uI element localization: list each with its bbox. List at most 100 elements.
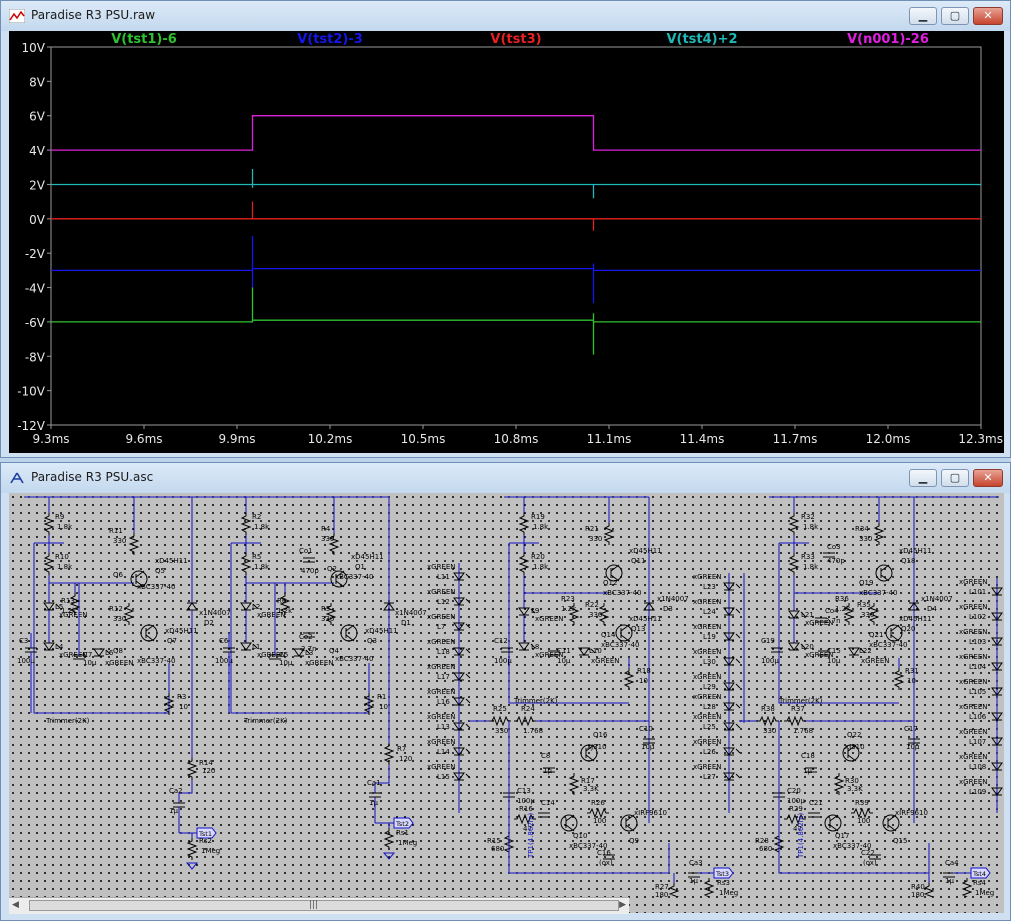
waveform-chart[interactable]: 10V 8V 6V 4V 2V 0V -2V -4V -6V -8V -10V -12V9.3ms 9.… [9, 31, 1004, 453]
resistor-symbol[interactable] [514, 715, 536, 727]
resistor-symbol[interactable] [383, 743, 395, 765]
legend-entry[interactable]: V(tst3) [490, 32, 541, 47]
resistor-symbol[interactable] [623, 668, 635, 690]
legend-entry[interactable]: V(n001)-26 [847, 32, 929, 47]
maximize-button[interactable]: ▢ [941, 7, 969, 25]
transistor-lead [565, 814, 575, 822]
resistor-symbol[interactable] [518, 553, 530, 575]
waveform-plot[interactable]: 10V 8V 6V 4V 2V 0V -2V -4V -6V -8V -10V -12V 9.3ms 9.… [9, 31, 1004, 453]
resistor-symbol[interactable] [518, 513, 530, 535]
resistor-symbol[interactable] [833, 773, 845, 795]
scroll-right-icon[interactable]: ▶ [619, 900, 626, 910]
transistor-symbol[interactable] [615, 624, 633, 642]
led-symbol[interactable] [240, 642, 252, 651]
minimize-button[interactable]: ▁ [909, 7, 937, 25]
series-line[interactable] [51, 287, 981, 355]
led-arrow [735, 658, 741, 664]
component-label: L15 [437, 773, 450, 781]
resistor-symbol[interactable] [788, 513, 800, 535]
close-button[interactable]: ✕ [973, 7, 1003, 25]
series-line[interactable] [51, 236, 981, 303]
resistor-symbol[interactable] [240, 553, 252, 575]
transistor-lead [335, 580, 345, 588]
component-label: Co4 [825, 607, 839, 615]
waveform-titlebar[interactable]: Paradise R3 PSU.raw ▁ ▢ ✕ [1, 1, 1010, 31]
resistor-symbol[interactable] [128, 533, 140, 555]
resistor-symbol[interactable] [893, 668, 905, 690]
component-label: L24 [703, 608, 716, 616]
resistor-symbol[interactable] [489, 715, 511, 727]
resistor-symbol[interactable] [587, 807, 609, 819]
series-line[interactable] [51, 169, 981, 199]
led-symbol[interactable] [43, 642, 55, 651]
resistor-symbol[interactable] [923, 883, 935, 905]
waveform-window: Paradise R3 PSU.raw ▁ ▢ ✕ 10V 8V 6V 4V 2V 0V -… [0, 0, 1011, 458]
resistor-symbol[interactable] [240, 513, 252, 535]
resistor-symbol[interactable] [383, 828, 395, 850]
legend-entry[interactable]: V(tst4)+2 [666, 32, 737, 47]
transistor-symbol[interactable] [140, 624, 158, 642]
component-label: 1.8k [803, 523, 819, 531]
led-symbol[interactable] [788, 610, 800, 619]
transistor-symbol[interactable] [340, 624, 358, 642]
schematic-titlebar[interactable]: Paradise R3 PSU.asc ▁ ▢ ✕ [1, 463, 1010, 493]
schematic-drawing[interactable]: R91.8kR101.8kL5xGREENL4xGREENC3100µC710µ… [9, 493, 1004, 905]
led-arrow [735, 703, 741, 709]
schematic-canvas[interactable]: R9 1.8k R10 1.8k L5 xGREEN L4 xGREEN C3 100µ C7 10µ… [9, 493, 1004, 913]
component-label: xGREEN [693, 648, 722, 656]
led-symbol[interactable] [240, 602, 252, 611]
resistor-symbol[interactable] [703, 878, 715, 900]
component-label: R25 [493, 705, 507, 713]
resistor-symbol[interactable] [961, 878, 973, 900]
transistor-symbol[interactable] [875, 564, 893, 582]
transistor-symbol[interactable] [824, 814, 842, 832]
led-arrow [735, 608, 741, 614]
led-arrow [465, 748, 471, 754]
resistor-symbol[interactable] [43, 513, 55, 535]
led-symbol[interactable] [518, 642, 530, 651]
led-symbol[interactable] [518, 607, 530, 616]
led-symbol[interactable] [43, 602, 55, 611]
transistor-lead [620, 624, 630, 632]
component-label: C22 [861, 849, 875, 857]
component-label: 1Meg [975, 889, 994, 897]
resistor-symbol[interactable] [603, 523, 615, 545]
scrollbar-thumb[interactable] [29, 900, 619, 911]
series-line[interactable] [51, 201, 981, 231]
component-label: xGREEN [693, 598, 722, 606]
wire [230, 543, 370, 714]
schematic-close-button[interactable]: ✕ [973, 469, 1003, 487]
resistor-symbol[interactable] [568, 773, 580, 795]
component-label: L108 [969, 763, 986, 771]
resistor-symbol[interactable] [186, 758, 198, 780]
legend-entry[interactable]: V(tst1)-6 [111, 32, 177, 47]
component-label: R7 [397, 745, 406, 753]
scrollbar-grip-icon: ||| [309, 900, 319, 910]
resistor-symbol[interactable] [757, 715, 779, 727]
horizontal-scrollbar[interactable]: ◀ ||| ▶ [9, 897, 629, 914]
transistor-lead [829, 824, 839, 832]
transistor-symbol[interactable] [620, 814, 638, 832]
resistor-symbol[interactable] [668, 883, 680, 905]
resistor-symbol[interactable] [851, 807, 873, 819]
legend-entry[interactable]: V(tst2)-3 [297, 32, 363, 47]
resistor-symbol[interactable] [873, 523, 885, 545]
scroll-left-icon[interactable]: ◀ [12, 900, 19, 910]
led-symbol[interactable] [848, 647, 860, 656]
transistor-symbol[interactable] [885, 624, 903, 642]
resistor-symbol[interactable] [43, 553, 55, 575]
component-label: xGREEN [959, 778, 988, 786]
led-symbol[interactable] [788, 642, 800, 651]
series-line[interactable] [51, 115, 981, 151]
led-symbol[interactable] [578, 647, 590, 656]
diode-symbol[interactable] [186, 602, 198, 611]
led-symbol[interactable] [93, 648, 105, 657]
resistor-symbol[interactable] [784, 715, 806, 727]
transistor-symbol[interactable] [882, 814, 900, 832]
resistor-symbol[interactable] [186, 838, 198, 860]
schematic-minimize-button[interactable]: ▁ [909, 469, 937, 487]
transistor-symbol[interactable] [560, 814, 578, 832]
component-label: Rs3 [717, 879, 730, 887]
schematic-maximize-button[interactable]: ▢ [941, 469, 969, 487]
resistor-symbol[interactable] [788, 553, 800, 575]
